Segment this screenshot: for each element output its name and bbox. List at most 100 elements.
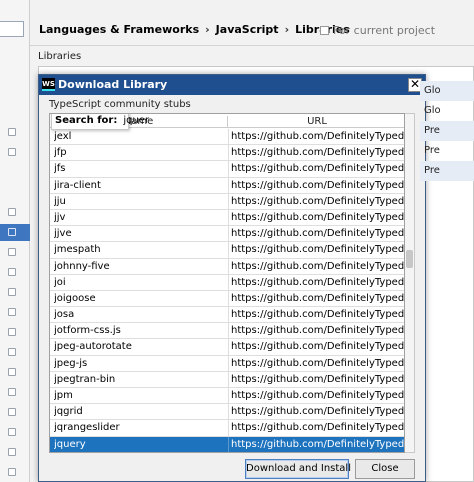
settings-tree-item[interactable] xyxy=(0,444,30,461)
library-name: jpeg-js xyxy=(54,357,88,369)
library-row[interactable]: joi https://github.com/DefinitelyTyped/De… xyxy=(50,274,404,291)
breadcrumb: Languages & Frameworks›JavaScript›Librar… xyxy=(39,23,350,36)
settings-page-icon xyxy=(8,288,16,296)
settings-page-icon xyxy=(8,328,16,336)
library-table-cell[interactable]: Glo xyxy=(420,101,474,121)
download-and-install-button[interactable]: Download and Install xyxy=(245,459,351,479)
settings-page-icon xyxy=(8,148,16,156)
settings-page-icon xyxy=(8,348,16,356)
library-row[interactable]: jfp https://github.com/DefinitelyTyped/De… xyxy=(50,145,405,162)
library-row[interactable]: jmespath https://github.com/DefinitelyTyp… xyxy=(50,242,404,259)
libraries-label: Libraries xyxy=(38,51,82,62)
column-header-url[interactable]: URL xyxy=(228,116,404,128)
settings-tree-item[interactable] xyxy=(0,404,30,421)
library-name: jquery xyxy=(54,438,86,450)
settings-tree-item[interactable] xyxy=(0,384,30,401)
settings-tree-item[interactable] xyxy=(0,204,30,221)
library-row[interactable]: jfs https://github.com/DefinitelyTyped/De… xyxy=(50,161,404,178)
breadcrumb-item: Languages & Frameworks xyxy=(39,23,200,36)
library-url: https://github.com/DefinitelyTyped/Defin… xyxy=(231,147,405,159)
library-url: https://github.com/DefinitelyTyped/Defin… xyxy=(231,292,405,304)
library-url: https://github.com/DefinitelyTyped/Defin… xyxy=(231,211,405,223)
search-input[interactable]: jquer xyxy=(123,115,149,126)
library-row[interactable]: jqrangeslider https://github.com/Definite… xyxy=(50,420,404,437)
library-url: https://github.com/DefinitelyTyped/Defin… xyxy=(231,179,405,191)
list-rows: jexl https://github.com/DefinitelyTyped/D… xyxy=(50,129,405,452)
library-name: jqrangeslider xyxy=(54,422,120,434)
library-name: joi xyxy=(54,276,66,288)
library-row[interactable]: jjve https://github.com/DefinitelyTyped/D… xyxy=(50,226,405,243)
library-table-cell[interactable]: Pre xyxy=(420,161,474,181)
library-url: https://github.com/DefinitelyTyped/Defin… xyxy=(231,373,405,385)
settings-tree-item[interactable] xyxy=(0,144,30,161)
library-row[interactable]: jjv https://github.com/DefinitelyTyped/De… xyxy=(50,209,405,227)
settings-page-icon xyxy=(8,248,16,256)
settings-page-icon xyxy=(8,308,16,316)
settings-tree-item[interactable] xyxy=(0,244,30,261)
dialog-title: Download Library xyxy=(58,78,168,91)
settings-tree-item[interactable] xyxy=(0,364,30,381)
settings-tree-item[interactable] xyxy=(0,224,30,241)
library-row[interactable]: jpm https://github.com/DefinitelyTyped/De… xyxy=(50,388,405,405)
list-scrollbar[interactable] xyxy=(405,113,415,453)
webstorm-logo-icon: WS xyxy=(42,78,55,91)
library-row[interactable]: jpegtran-bin https://github.com/Definitel… xyxy=(50,371,405,388)
library-row[interactable]: jpeg-js https://github.com/DefinitelyType… xyxy=(50,355,404,372)
settings-tree-item[interactable] xyxy=(0,424,30,441)
settings-header: Languages & Frameworks›JavaScript›Librar… xyxy=(30,0,474,46)
settings-page-icon xyxy=(8,228,16,236)
settings-tree-item[interactable] xyxy=(0,124,30,141)
settings-tree-item[interactable] xyxy=(0,344,30,361)
library-row[interactable]: jira-client https://github.com/Definitely… xyxy=(50,177,405,194)
library-name: jfs xyxy=(54,163,66,175)
project-scope-note: For current project xyxy=(320,24,435,37)
settings-tree-item[interactable] xyxy=(0,284,30,301)
settings-page-icon xyxy=(8,448,16,456)
library-name: jexl xyxy=(54,131,72,142)
library-url: https://github.com/DefinitelyTyped/Defin… xyxy=(231,309,405,321)
library-table-cell[interactable]: Glo xyxy=(420,81,474,101)
settings-page-icon xyxy=(8,368,16,376)
settings-tree-item[interactable] xyxy=(0,264,30,281)
library-row[interactable]: jpeg-autorotate https://github.com/Defini… xyxy=(50,339,405,356)
library-url: https://github.com/DefinitelyTyped/Defin… xyxy=(231,260,405,272)
library-name: jju xyxy=(54,195,66,207)
download-library-dialog: WS Download Library ✕ TypeScript communi… xyxy=(38,74,426,482)
library-list[interactable]: Name URL Search for: jquer jexl https://gi… xyxy=(49,113,405,453)
settings-tree-item[interactable] xyxy=(0,464,30,481)
close-button[interactable]: Close xyxy=(355,459,415,479)
settings-page-icon xyxy=(8,428,16,436)
library-row[interactable]: josa https://github.com/DefinitelyTyped/D… xyxy=(50,307,405,324)
library-row[interactable]: joigoose https://github.com/DefinitelyTyp… xyxy=(50,290,405,308)
dialog-titlebar: WS Download Library ✕ xyxy=(39,75,425,95)
library-name: jqgrid xyxy=(54,406,83,418)
library-table-cell[interactable]: Pre xyxy=(420,121,474,141)
library-row[interactable]: jquery https://github.com/DefinitelyTyped… xyxy=(50,436,405,452)
settings-search-field[interactable] xyxy=(0,21,24,37)
library-url: https://github.com/DefinitelyTyped/Defin… xyxy=(231,341,405,353)
settings-page-icon xyxy=(8,468,16,476)
library-row[interactable]: jju https://github.com/DefinitelyTyped/De… xyxy=(50,193,404,210)
library-row[interactable]: jotform-css.js https://github.com/Definit… xyxy=(50,323,405,340)
library-url: https://github.com/DefinitelyTyped/Defin… xyxy=(231,131,405,142)
library-name: jjve xyxy=(54,228,72,240)
library-row[interactable]: johnny-five https://github.com/Definitely… xyxy=(50,258,405,275)
library-url: https://github.com/DefinitelyTyped/Defin… xyxy=(231,438,405,450)
library-name: jmespath xyxy=(54,244,101,256)
project-scope-icon xyxy=(320,26,329,35)
library-name: jira-client xyxy=(54,179,101,191)
library-table-cell[interactable]: Pre xyxy=(420,141,474,161)
speed-search-popup[interactable]: Search for: jquer xyxy=(51,114,149,130)
library-name: jjv xyxy=(54,211,66,223)
library-url: https://github.com/DefinitelyTyped/Defin… xyxy=(231,390,405,401)
library-url: https://github.com/DefinitelyTyped/Defin… xyxy=(231,325,405,337)
library-row[interactable]: jexl https://github.com/DefinitelyTyped/D… xyxy=(50,129,405,146)
library-url: https://github.com/DefinitelyTyped/Defin… xyxy=(231,406,405,418)
scrollbar-thumb[interactable] xyxy=(406,250,413,268)
settings-tree-item[interactable] xyxy=(0,304,30,321)
library-url: https://github.com/DefinitelyTyped/Defin… xyxy=(231,228,405,240)
library-row[interactable]: jqgrid https://github.com/DefinitelyTyped… xyxy=(50,404,405,421)
settings-page-icon xyxy=(8,208,16,216)
library-name: jpegtran-bin xyxy=(54,373,116,385)
settings-tree-item[interactable] xyxy=(0,324,30,341)
